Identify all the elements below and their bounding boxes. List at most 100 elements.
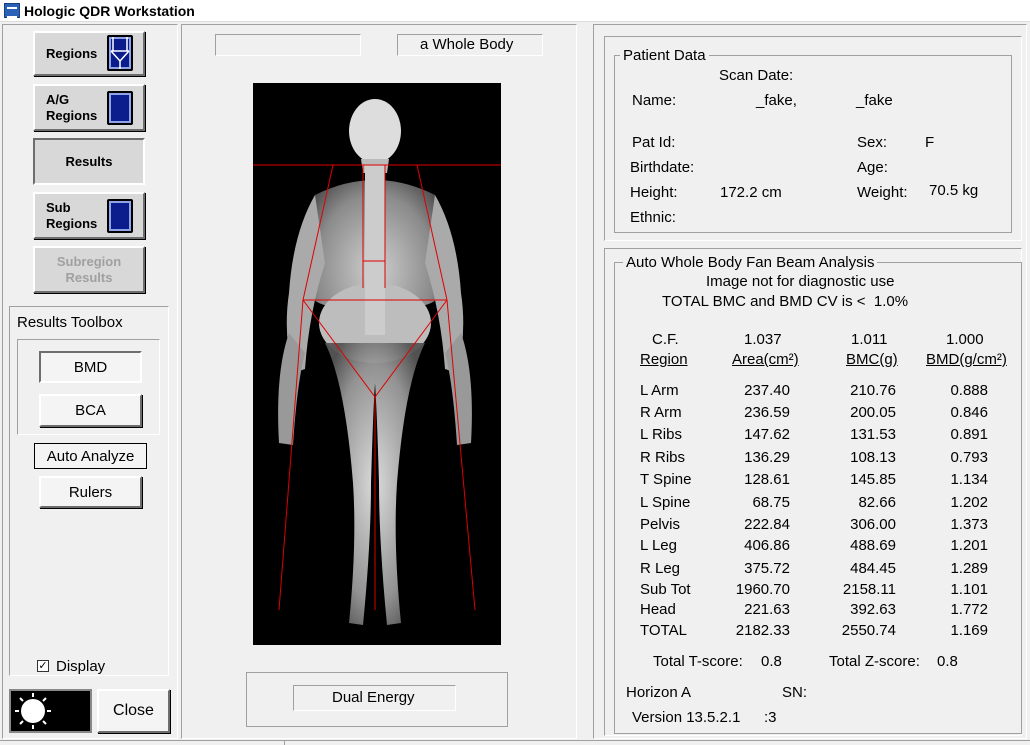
pat-id-label: Pat Id: — [632, 134, 676, 151]
z-score-label: Total Z-score: — [829, 653, 920, 670]
display-label: Display — [56, 658, 106, 675]
subregion-results-button[interactable]: Subregion Results — [33, 246, 145, 293]
row-region: L Spine — [640, 494, 691, 511]
bca-button[interactable]: BCA — [39, 394, 142, 427]
weight-label: Weight: — [857, 184, 908, 201]
table-row: Head 221.63 392.63 1.772 — [640, 601, 1020, 621]
row-area: 375.72 — [744, 560, 790, 577]
regions-icon — [107, 35, 133, 71]
row-bmd: 1.289 — [950, 560, 988, 577]
column-header-region: Region — [640, 351, 688, 368]
row-region: Sub Tot — [640, 581, 691, 598]
title-bar: Hologic QDR Workstation — [0, 0, 1030, 22]
table-row: L Arm 237.40 210.76 0.888 — [640, 382, 1020, 402]
ethnic-label: Ethnic: — [630, 209, 676, 226]
device-label: Horizon A — [626, 684, 692, 701]
row-bmd: 1.169 — [950, 622, 988, 639]
row-bmd: 1.101 — [950, 581, 988, 598]
row-area: 128.61 — [744, 471, 790, 488]
row-bmc: 392.63 — [850, 601, 896, 618]
results-button[interactable]: Results — [33, 138, 145, 185]
table-row: L Ribs 147.62 131.53 0.891 — [640, 426, 1020, 446]
sex-label: Sex: — [857, 134, 888, 151]
rulers-button-label: Rulers — [68, 483, 113, 501]
row-bmd: 1.202 — [950, 494, 988, 511]
close-button[interactable]: Close — [97, 689, 170, 733]
cf-area: 1.037 — [744, 331, 782, 348]
row-area: 2182.33 — [735, 622, 790, 639]
row-bmd: 0.888 — [950, 382, 988, 399]
row-bmd: 1.134 — [950, 471, 988, 488]
subregion-results-button-label: Subregion Results — [56, 253, 122, 285]
scan-date-label: Scan Date: — [719, 67, 794, 84]
row-area: 68.75 — [752, 494, 790, 511]
row-region: Head — [640, 601, 676, 618]
patient-data-title: Patient Data — [620, 47, 709, 64]
regions-button[interactable]: Regions — [33, 31, 145, 76]
analysis-title: Auto Whole Body Fan Beam Analysis — [623, 254, 878, 271]
column-header-bmc: BMC(g) — [846, 351, 898, 368]
height-label: Height: — [630, 184, 678, 201]
t-score-value: 0.8 — [761, 653, 782, 670]
cf-bmd: 1.000 — [946, 331, 984, 348]
auto-analyze-button[interactable]: Auto Analyze — [34, 443, 147, 469]
version-label: Version 13.5.2.1 — [632, 709, 741, 726]
bmd-button[interactable]: BMD — [39, 351, 142, 383]
name-last-value: _fake — [856, 92, 893, 109]
row-bmc: 145.85 — [850, 471, 896, 488]
row-area: 147.62 — [744, 426, 790, 443]
table-row: L Leg 406.86 488.69 1.201 — [640, 537, 1020, 557]
table-row: T Spine 128.61 145.85 1.134 — [640, 471, 1020, 491]
sex-value: F — [925, 134, 935, 151]
status-divider — [284, 740, 285, 745]
ag-regions-button-label: A/G Regions — [46, 91, 98, 123]
sub-regions-icon — [107, 199, 133, 233]
row-region: TOTAL — [640, 622, 687, 639]
row-bmd: 1.772 — [950, 601, 988, 618]
row-bmd: 0.891 — [950, 426, 988, 443]
row-bmd: 0.793 — [950, 449, 988, 466]
diagnostic-note: Image not for diagnostic use — [706, 273, 895, 290]
height-value: 172.2 cm — [720, 184, 782, 201]
row-area: 136.29 — [744, 449, 790, 466]
hologic-logo-icon — [15, 693, 77, 729]
skeleton-xray — [253, 99, 501, 625]
logo-button[interactable] — [9, 689, 92, 733]
weight-value: 70.5 kg — [929, 182, 979, 199]
birthdate-label: Birthdate: — [630, 159, 695, 176]
rulers-button[interactable]: Rulers — [39, 476, 142, 508]
display-checkbox[interactable]: ✓ — [37, 660, 49, 672]
app-icon — [4, 3, 20, 18]
row-region: L Ribs — [640, 426, 682, 443]
row-bmd: 0.846 — [950, 404, 988, 421]
row-area: 237.40 — [744, 382, 790, 399]
auto-analyze-button-label: Auto Analyze — [46, 447, 135, 465]
sub-regions-button[interactable]: Sub Regions — [33, 192, 145, 239]
row-bmc: 200.05 — [850, 404, 896, 421]
row-bmc: 484.45 — [850, 560, 896, 577]
cv-note: TOTAL BMC and BMD CV is < 1.0% — [662, 293, 909, 310]
close-button-label: Close — [113, 702, 154, 719]
row-bmc: 131.53 — [850, 426, 896, 443]
name-label: Name: — [632, 92, 677, 109]
whole-body-scan-image[interactable] — [253, 83, 501, 645]
ag-regions-button[interactable]: A/G Regions — [33, 84, 145, 131]
row-area: 236.59 — [744, 404, 790, 421]
cf-bmc: 1.011 — [851, 331, 888, 348]
row-bmc: 108.13 — [850, 449, 896, 466]
row-region: L Arm — [640, 382, 679, 399]
table-row: L Spine 68.75 82.66 1.202 — [640, 494, 1020, 514]
t-score-label: Total T-score: — [653, 653, 743, 670]
row-region: R Ribs — [640, 449, 686, 466]
scan-name-label: a Whole Body — [420, 36, 514, 53]
results-button-label: Results — [65, 153, 113, 169]
row-area: 222.84 — [744, 516, 790, 533]
energy-label: Dual Energy — [332, 689, 415, 706]
row-region: L Leg — [640, 537, 677, 554]
bmd-button-label: BMD — [73, 358, 108, 376]
z-score-value: 0.8 — [937, 653, 958, 670]
row-region: T Spine — [640, 471, 692, 488]
bca-button-label: BCA — [75, 402, 106, 419]
row-bmc: 210.76 — [850, 382, 896, 399]
table-row: Pelvis 222.84 306.00 1.373 — [640, 516, 1020, 536]
